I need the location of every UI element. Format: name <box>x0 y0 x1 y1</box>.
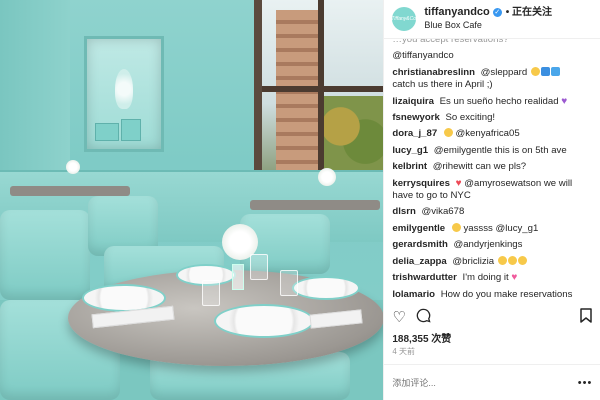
comment-text[interactable]: @vika678 <box>422 206 465 217</box>
username-link[interactable]: tiffanyandco <box>424 6 489 19</box>
add-comment-bar: ••• <box>384 364 600 400</box>
photo-plate <box>214 304 314 338</box>
photo-gift-box <box>121 119 141 141</box>
post-timestamp[interactable]: 4 天前 <box>392 346 415 357</box>
comment-username[interactable]: lizaiquira <box>392 96 434 107</box>
comment-username[interactable]: trishwardutter <box>392 272 457 283</box>
avatar-logo-text: Tiffany&Co. <box>391 16 418 22</box>
comment-text: yassss @lucy_g1 <box>463 222 539 234</box>
comment-username[interactable]: lolamario <box>392 289 435 300</box>
list-item: emilygentle yassss @lucy_g1 <box>384 222 600 238</box>
comment-username[interactable]: fsnewyork <box>392 112 439 123</box>
photo-glass <box>202 280 220 306</box>
pink-heart-emoji-icon: ♥ <box>511 272 518 284</box>
photo-flower <box>318 168 336 186</box>
list-item: lolamario How do you make reservations <box>384 288 600 304</box>
comment-text: So exciting! <box>445 112 496 124</box>
smiley-emoji-icon <box>507 255 517 265</box>
heart-outline-icon[interactable]: ♡ <box>392 310 405 325</box>
blue-heart-emoji-icon <box>540 66 550 76</box>
photo-niche-display <box>84 36 164 152</box>
smiley-emoji-icon <box>451 222 461 232</box>
comment-username[interactable]: gerardsmith <box>392 239 447 250</box>
comment-text: How do you make reservations <box>440 288 573 300</box>
list-item: @tiffanyandco <box>384 49 600 65</box>
photo-plate <box>292 276 360 300</box>
post-header: Tiffany&Co. tiffanyandco ✓ • 正在关注 Blue B… <box>384 0 600 39</box>
avatar[interactable]: Tiffany&Co. <box>391 7 418 31</box>
red-heart-emoji-icon: ♥ <box>455 177 462 189</box>
photo-glass <box>250 254 268 280</box>
photo-niche-tree <box>115 69 133 109</box>
list-item: lucy_g1 @emilygentle this is on 5th ave <box>384 144 600 160</box>
post-frame: Tiffany&Co. tiffanyandco ✓ • 正在关注 Blue B… <box>0 0 600 400</box>
bookmark-icon[interactable] <box>580 308 593 326</box>
comment-text[interactable]: @briclizia <box>452 256 494 267</box>
photo-back-table <box>10 186 130 196</box>
list-item: lizaiquira Es un sueño hecho realidad ♥ <box>384 95 600 111</box>
list-item: dora_j_87 @kenyafrica05 <box>384 127 600 143</box>
follow-status-button[interactable]: • 正在关注 <box>506 6 552 19</box>
comment-text[interactable]: @sleppard <box>481 67 528 78</box>
header-text: tiffanyandco ✓ • 正在关注 Blue Box Cafe <box>424 6 552 32</box>
photo-gift-box <box>95 123 119 141</box>
comment-text: @emilygentle this is on 5th ave <box>433 144 567 156</box>
photo-back-table <box>250 200 380 210</box>
post-photo[interactable] <box>0 0 384 400</box>
list-item: christianabreslinn @sleppard catch us th… <box>384 66 600 95</box>
comment-username[interactable]: kelbrint <box>392 161 427 172</box>
photo-window-post <box>318 0 324 172</box>
photo-glass <box>280 270 298 296</box>
list-item: delia_zappa @briclizia <box>384 255 600 271</box>
comments-list[interactable]: …you accept reservations? @tiffanyandco … <box>384 39 600 303</box>
post-side-panel: Tiffany&Co. tiffanyandco ✓ • 正在关注 Blue B… <box>383 0 600 400</box>
add-comment-input[interactable] <box>392 377 553 388</box>
list-item: trishwardutter I'm doing it ♥ <box>384 271 600 287</box>
comment-username[interactable]: emilygentle <box>392 223 445 234</box>
list-item: fsnewyork So exciting! <box>384 111 600 127</box>
more-options-button[interactable]: ••• <box>578 377 593 389</box>
purple-heart-emoji-icon: ♥ <box>561 95 568 107</box>
comment-text: I'm doing it <box>462 272 509 284</box>
list-item: kelbrint @rihewitt can we pls? <box>384 160 600 176</box>
comment-text: @rihewitt can we pls? <box>432 161 527 173</box>
comment-text[interactable]: @tiffanyandco <box>392 50 453 61</box>
comment-username[interactable]: dlsrn <box>392 206 415 217</box>
comment-username[interactable]: christianabreslinn <box>392 67 475 78</box>
photo-chair <box>0 210 90 300</box>
location-link[interactable]: Blue Box Cafe <box>424 19 552 32</box>
comment-username[interactable]: lucy_g1 <box>392 145 428 156</box>
list-item: gerardsmith @andyrjenkings <box>384 238 600 254</box>
photo-vase <box>232 264 244 290</box>
comment-username[interactable]: delia_zappa <box>392 256 446 267</box>
comment-cut-text: …you accept reservations? <box>392 39 509 45</box>
post-actions: ♡ <box>384 306 600 328</box>
header-user-line: tiffanyandco ✓ • 正在关注 <box>424 6 552 19</box>
comment-username[interactable]: kerrysquires <box>392 178 450 189</box>
photo-trees <box>322 96 384 172</box>
comment-text: catch us there in April ;) <box>392 79 493 91</box>
comment-username[interactable]: dora_j_87 <box>392 128 437 139</box>
verified-badge-icon: ✓ <box>492 8 502 17</box>
smiley-emoji-icon <box>530 66 540 76</box>
smiley-emoji-icon <box>443 128 453 138</box>
comment-text[interactable]: @kenyafrica05 <box>456 128 520 139</box>
list-item: dlsrn @vika678 <box>384 205 600 221</box>
photo-flower <box>66 160 80 174</box>
diamond-emoji-icon <box>550 66 560 76</box>
smiley-emoji-icon <box>497 255 507 265</box>
list-item: kerrysquires ♥ @amyrosewatson we will ha… <box>384 177 600 206</box>
smiley-emoji-icon <box>517 255 527 265</box>
comment-text: Es un sueño hecho realidad <box>439 95 559 107</box>
comment-icon[interactable] <box>416 308 431 326</box>
likes-count[interactable]: 188,355 次赞 <box>392 330 451 345</box>
comment-text[interactable]: @andyrjenkings <box>453 239 522 250</box>
